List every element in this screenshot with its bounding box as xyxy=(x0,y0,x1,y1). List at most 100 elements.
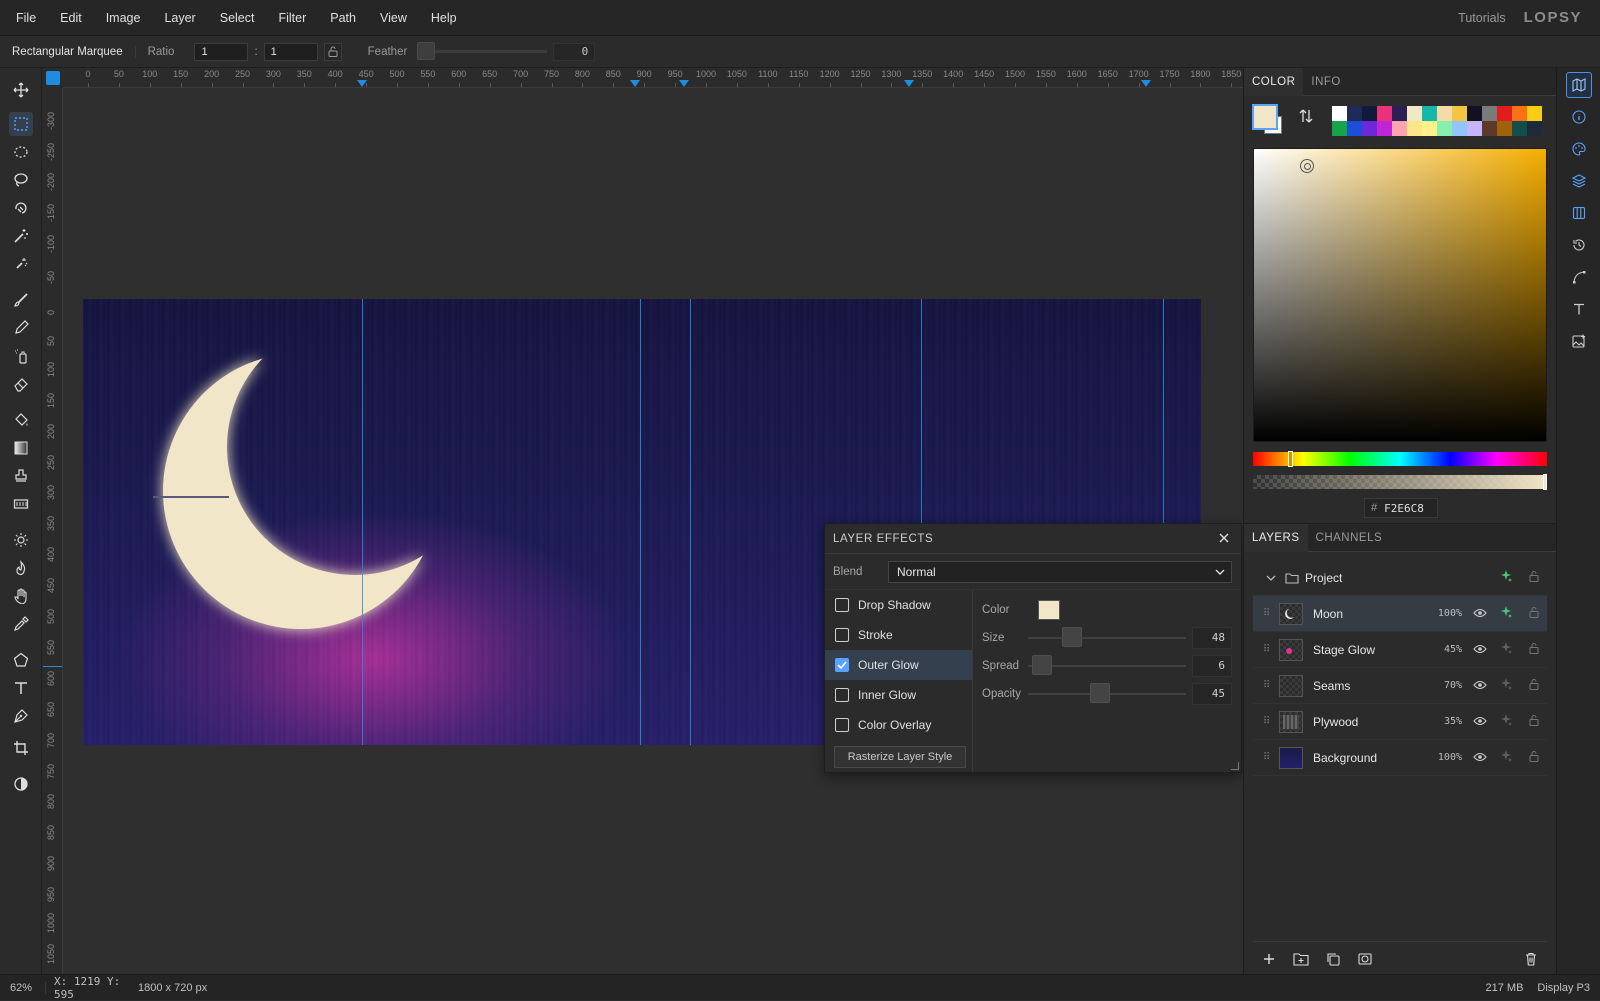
menu-select[interactable]: Select xyxy=(208,0,267,36)
stamp-tool[interactable] xyxy=(9,464,33,488)
mask-toggle-tool[interactable] xyxy=(9,772,33,796)
alpha-slider-thumb[interactable] xyxy=(1543,474,1547,490)
eraser-tool[interactable] xyxy=(9,372,33,396)
drag-handle-icon[interactable]: ⠿ xyxy=(1263,752,1273,763)
magnetic-lasso-tool[interactable] xyxy=(9,196,33,220)
add-layer-button[interactable] xyxy=(1253,946,1285,972)
visibility-toggle[interactable] xyxy=(1473,643,1487,657)
outer-glow-checkbox[interactable] xyxy=(835,658,849,672)
alpha-slider[interactable] xyxy=(1253,474,1547,490)
add-mask-button[interactable] xyxy=(1349,946,1381,972)
guide-marker[interactable] xyxy=(679,80,689,87)
layer-effects-toggle[interactable] xyxy=(1499,641,1513,658)
layer-row-moon[interactable]: ⠿ Moon 100% xyxy=(1253,596,1547,632)
dodge-tool[interactable] xyxy=(9,528,33,552)
pencil-tool[interactable] xyxy=(9,316,33,340)
color-picker-cursor[interactable] xyxy=(1300,159,1314,173)
color-swatch[interactable] xyxy=(1377,106,1392,121)
quick-select-tool[interactable] xyxy=(9,252,33,276)
layer-effects-toggle[interactable] xyxy=(1499,749,1513,766)
crop-tool[interactable] xyxy=(9,736,33,760)
glow-size-slider[interactable] xyxy=(1028,627,1186,647)
menu-layer[interactable]: Layer xyxy=(152,0,207,36)
ratio-lock-button[interactable] xyxy=(323,42,342,61)
layer-name[interactable]: Background xyxy=(1313,751,1377,765)
color-swatch[interactable] xyxy=(1497,121,1512,136)
layer-lock-toggle[interactable] xyxy=(1529,714,1539,729)
vertical-guide[interactable] xyxy=(640,299,641,745)
glow-spread-slider-thumb[interactable] xyxy=(1032,655,1052,675)
layer-name[interactable]: Moon xyxy=(1313,607,1343,621)
drop-shadow-checkbox[interactable] xyxy=(835,598,849,612)
color-overlay-checkbox[interactable] xyxy=(835,718,849,732)
color-swatch[interactable] xyxy=(1407,106,1422,121)
info-panel-button[interactable] xyxy=(1566,104,1592,130)
hue-slider[interactable] xyxy=(1253,451,1547,467)
layer-name[interactable]: Stage Glow xyxy=(1313,643,1375,657)
guide-marker[interactable] xyxy=(357,80,367,87)
ratio-width-input[interactable] xyxy=(194,42,249,61)
saturation-value-picker[interactable] xyxy=(1253,148,1547,442)
layer-lock-toggle[interactable] xyxy=(1529,606,1539,621)
hex-input[interactable]: # F2E6C8 xyxy=(1364,498,1438,518)
ellipse-marquee-tool[interactable] xyxy=(9,140,33,164)
color-swatch[interactable] xyxy=(1467,121,1482,136)
layer-effects-toggle[interactable] xyxy=(1499,569,1513,586)
history-panel-button[interactable] xyxy=(1566,232,1592,258)
color-swatch[interactable] xyxy=(1467,106,1482,121)
drag-handle-icon[interactable]: ⠿ xyxy=(1263,608,1273,619)
menu-help[interactable]: Help xyxy=(419,0,469,36)
glow-spread-value[interactable]: 6 xyxy=(1192,655,1232,677)
polygon-tool[interactable] xyxy=(9,648,33,672)
ruler-origin[interactable] xyxy=(43,68,63,88)
visibility-toggle[interactable] xyxy=(1473,751,1487,765)
glow-spread-slider[interactable] xyxy=(1028,655,1186,675)
visibility-toggle[interactable] xyxy=(1473,679,1487,693)
layer-effects-toggle[interactable] xyxy=(1499,713,1513,730)
spray-tool[interactable] xyxy=(9,344,33,368)
rasterize-layer-style-button[interactable]: Rasterize Layer Style xyxy=(834,746,966,768)
color-swatch[interactable] xyxy=(1437,106,1452,121)
vertical-guide[interactable] xyxy=(690,299,691,745)
paths-panel-button[interactable] xyxy=(1566,264,1592,290)
color-swatch[interactable] xyxy=(1422,106,1437,121)
feather-value[interactable]: 0 xyxy=(553,42,596,61)
inner-glow-checkbox[interactable] xyxy=(835,688,849,702)
tab-layers[interactable]: LAYERS xyxy=(1244,523,1308,552)
color-swatch[interactable] xyxy=(1392,106,1407,121)
visibility-toggle[interactable] xyxy=(1473,607,1487,621)
gradient-tool[interactable] xyxy=(9,436,33,460)
stroke-checkbox[interactable] xyxy=(835,628,849,642)
character-panel-button[interactable] xyxy=(1566,296,1592,322)
guide-marker[interactable] xyxy=(630,80,640,87)
glow-size-slider-thumb[interactable] xyxy=(1062,627,1082,647)
vertical-guide[interactable] xyxy=(362,299,363,745)
color-swatch[interactable] xyxy=(1332,106,1347,121)
menu-file[interactable]: File xyxy=(0,0,48,36)
magic-wand-tool[interactable] xyxy=(9,224,33,248)
layer-row-seams[interactable]: ⠿ Seams 70% xyxy=(1253,668,1547,704)
color-swatch[interactable] xyxy=(1362,106,1377,121)
swap-colors-button[interactable] xyxy=(1298,108,1314,127)
color-swatch[interactable] xyxy=(1497,106,1512,121)
color-swatch[interactable] xyxy=(1347,121,1362,136)
menu-path[interactable]: Path xyxy=(318,0,368,36)
resize-handle[interactable] xyxy=(1231,762,1239,770)
color-swatch[interactable] xyxy=(1392,121,1407,136)
tutorials-link[interactable]: Tutorials xyxy=(1458,11,1505,25)
layer-lock-toggle[interactable] xyxy=(1529,750,1539,765)
drag-handle-icon[interactable]: ⠿ xyxy=(1263,716,1273,727)
duplicate-layer-button[interactable] xyxy=(1317,946,1349,972)
drag-handle-icon[interactable]: ⠿ xyxy=(1263,644,1273,655)
color-swatch[interactable] xyxy=(1407,121,1422,136)
menu-filter[interactable]: Filter xyxy=(266,0,318,36)
layer-group-row[interactable]: Project xyxy=(1253,560,1547,596)
effect-inner-glow[interactable]: Inner Glow xyxy=(825,680,972,710)
eyedropper-tool[interactable] xyxy=(9,612,33,636)
image-panel-button[interactable] xyxy=(1566,328,1592,354)
chevron-down-icon[interactable] xyxy=(1265,572,1277,584)
pattern-tool[interactable] xyxy=(9,492,33,516)
color-panel-button[interactable] xyxy=(1566,136,1592,162)
glow-size-value[interactable]: 48 xyxy=(1192,627,1232,649)
close-button[interactable] xyxy=(1219,530,1229,548)
